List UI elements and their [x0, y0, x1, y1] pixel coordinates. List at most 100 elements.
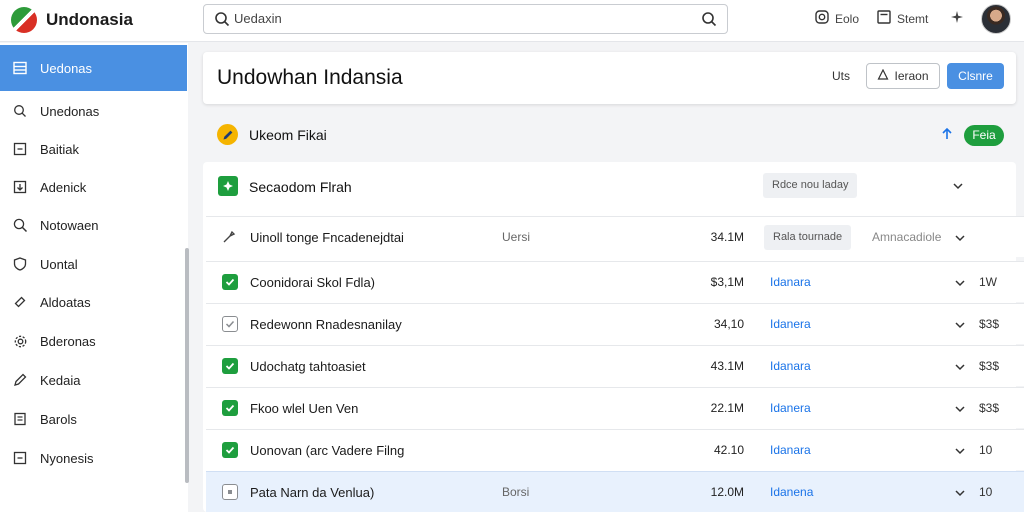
file-name: Udochatg tahtoasiet — [250, 359, 366, 374]
chevron-down-icon[interactable] — [954, 486, 966, 504]
sidebar-item-label: Unedonas — [40, 103, 100, 119]
file-size: 34.1M — [710, 230, 744, 244]
sidebar-item-unedonas[interactable]: Unedonas — [0, 92, 187, 130]
primary-button[interactable]: Clsnre — [947, 63, 1004, 89]
file-size: $3,1M — [710, 275, 744, 289]
checkbox-unchecked[interactable] — [222, 484, 238, 500]
sidebar-item-label: Adenick — [40, 179, 87, 195]
chevron-down-icon[interactable] — [954, 276, 966, 294]
status-badge[interactable]: Feia — [964, 125, 1004, 146]
sidebar-item-bderonas[interactable]: Bderonas — [0, 322, 187, 360]
file-name: Redewonn Rnadesnanilay — [250, 317, 402, 332]
row-value: $3$ — [979, 401, 1000, 415]
checkbox-checked[interactable] — [222, 358, 238, 374]
row-link[interactable]: Idanara — [770, 359, 811, 373]
chevron-down-icon[interactable] — [952, 179, 964, 197]
file-meta: Borsi — [502, 485, 530, 499]
app-logo[interactable] — [11, 7, 37, 33]
pencil-badge-icon — [217, 124, 238, 145]
gear-icon — [0, 334, 40, 349]
file-size: 42.10 — [713, 443, 744, 457]
sidebar-item-label: Kedaia — [40, 372, 81, 388]
sidebar-item-barols[interactable]: Barols — [0, 400, 187, 438]
chevron-down-icon[interactable] — [954, 318, 966, 336]
checkbox-unchecked[interactable] — [222, 316, 238, 332]
chevron-down-icon[interactable] — [954, 444, 966, 462]
sidebar-item-label: Notowaen — [40, 217, 99, 233]
file-size: 34,10 — [713, 317, 744, 331]
search-icon — [0, 104, 40, 118]
row-chip[interactable]: Rala tournade — [764, 225, 852, 250]
search-box[interactable] — [203, 4, 728, 34]
search-submit-icon[interactable] — [701, 11, 717, 32]
row-link[interactable]: Idanera — [770, 317, 811, 331]
section-title: Ukeom Fikai — [249, 127, 327, 143]
sidebar-item-aldoatas[interactable]: Aldoatas — [0, 283, 187, 321]
file-name: Pata Narn da Venlua) — [250, 485, 375, 500]
top-action-label: Eolo — [835, 11, 860, 26]
file-size: 22.1M — [710, 401, 744, 415]
row-value: 10 — [979, 485, 993, 499]
checkbox-checked[interactable] — [222, 274, 238, 290]
row-link[interactable]: Idanara — [770, 443, 811, 457]
table-row[interactable]: Redewonn Rnadesnanilay 34,10 Idanera $3$ — [206, 303, 1024, 344]
table-row[interactable]: Fkoo wlel Uen Ven 22.1M Idanera $3$ — [206, 387, 1024, 428]
top-action-stemt[interactable]: Stemt — [877, 10, 928, 27]
leaf-icon — [218, 176, 238, 196]
sidebar-item-adenick[interactable]: Adenick — [0, 168, 187, 206]
table-row[interactable]: Coonidorai Skol Fdla) $3,1M Idanara 1W — [206, 261, 1024, 302]
table-row[interactable]: Udochatg tahtoasiet 43.1M Idanara $3$ — [206, 345, 1024, 386]
avatar[interactable] — [981, 4, 1011, 34]
top-bar: Undonasia Eolo Stemt — [0, 0, 1024, 42]
table-row[interactable]: Uonovan (arc Vadere Filng 42.10 Idanara … — [206, 429, 1024, 470]
chevron-down-icon[interactable] — [954, 231, 966, 249]
search-icon — [214, 11, 230, 32]
sidebar-item-label: Aldoatas — [40, 294, 91, 310]
outline-button[interactable]: Ieraon — [866, 63, 940, 89]
sidebar: Uedonas Unedonas Baitiak Adenick Notowae… — [0, 43, 189, 512]
top-action-eolo[interactable]: Eolo — [815, 10, 859, 27]
sidebar-item-nyonesis[interactable]: Nyonesis — [0, 439, 187, 477]
file-meta: Uersi — [502, 230, 531, 244]
top-action-sparkle[interactable] — [950, 10, 964, 27]
shield-icon — [0, 257, 40, 271]
chevron-down-icon[interactable] — [954, 360, 966, 378]
row-link[interactable]: Idanera — [770, 401, 811, 415]
row-link[interactable]: Idanara — [770, 275, 811, 289]
sidebar-item-label: Baitiak — [40, 141, 80, 157]
document-icon — [0, 412, 40, 426]
sidebar-item-kedaia[interactable]: Kedaia — [0, 361, 187, 399]
row-value: $3$ — [979, 317, 1000, 331]
sidebar-item-baitiak[interactable]: Baitiak — [0, 130, 187, 168]
row-secondary-label: Amnacadiole — [872, 230, 942, 244]
search-input[interactable] — [234, 11, 674, 26]
sidebar-item-label: Barols — [40, 411, 77, 427]
tool-icon — [221, 229, 237, 245]
row-value: $3$ — [979, 359, 1000, 373]
files-panel: Secaodom Flrah Rdce nou laday Uinoll ton… — [203, 162, 1024, 512]
chevron-down-icon[interactable] — [954, 402, 966, 420]
filter-chip[interactable]: Rdce nou laday — [763, 173, 858, 198]
checkbox-checked[interactable] — [222, 400, 238, 416]
file-name: Coonidorai Skol Fdla) — [250, 275, 376, 290]
row-value: 10 — [979, 443, 993, 457]
arrow-up-icon[interactable] — [940, 127, 954, 146]
sidebar-item-uedonas[interactable]: Uedonas — [0, 45, 187, 91]
checkbox-checked[interactable] — [222, 442, 238, 458]
top-action-label: Stemt — [897, 11, 929, 26]
bell-icon — [877, 68, 889, 84]
table-row-selected[interactable]: Pata Narn da Venlua) Borsi 12.0M Idanena… — [206, 471, 1024, 512]
sidebar-item-notowaen[interactable]: Notowaen — [0, 206, 187, 244]
sidebar-item-label: Bderonas — [40, 333, 96, 349]
magnifier-icon — [0, 218, 40, 233]
row-link[interactable]: Idanena — [770, 485, 813, 499]
section-row: Ukeom Fikai Feia — [203, 118, 1016, 152]
sidebar-item-uontal[interactable]: Uontal — [0, 245, 187, 283]
sidebar-item-label: Nyonesis — [40, 450, 94, 466]
table-row[interactable]: Uinoll tonge Fncadenejdtai Uersi 34.1M R… — [206, 216, 1024, 257]
header-link[interactable]: Uts — [832, 69, 850, 83]
panel-title: Secaodom Flrah — [249, 179, 352, 195]
sidebar-scrollbar[interactable] — [185, 248, 189, 483]
instagram-icon — [815, 10, 829, 27]
window-icon — [877, 10, 891, 27]
